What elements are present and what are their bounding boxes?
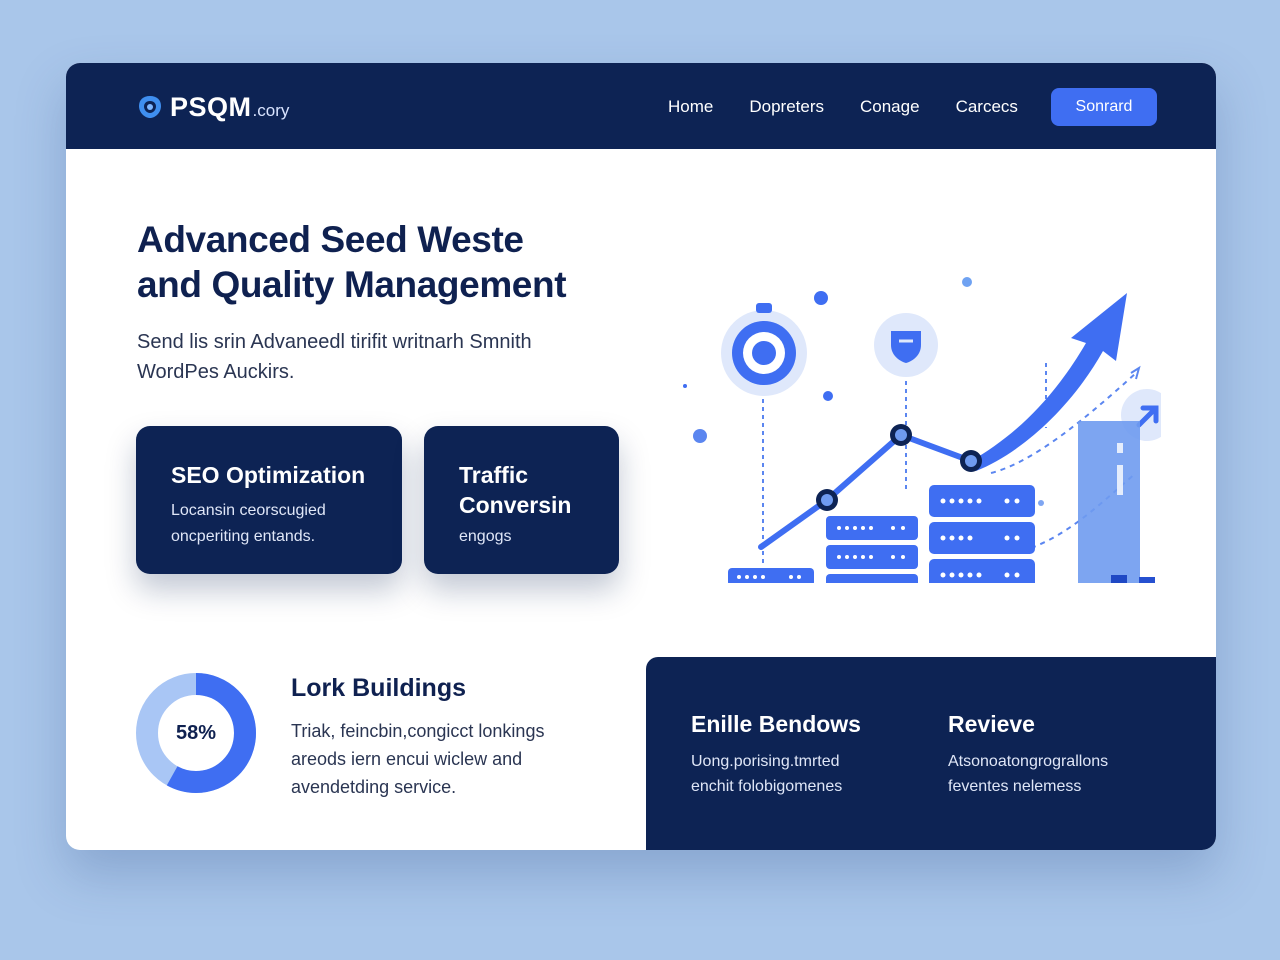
nav-link-home[interactable]: Home	[668, 97, 713, 117]
shield-icon	[874, 313, 938, 377]
hero-title-line-1: Advanced Seed Weste	[137, 219, 524, 260]
feature-card-seo[interactable]: SEO Optimization Locansin ceorscugied on…	[136, 426, 402, 574]
logo-icon	[139, 96, 161, 118]
link-building-title: Lork Buildings	[291, 674, 466, 702]
feature-card-desc: Locansin ceorscugied oncperiting entands…	[171, 498, 367, 550]
panel-column-desc: Atsonoatongrograllons feventes nelemess	[948, 749, 1178, 799]
brand-name: PSQM	[170, 91, 252, 122]
side-bar	[1139, 577, 1155, 583]
panel-column-desc: Uong.porising.tmrted enchit folobigomene…	[691, 749, 911, 799]
growth-illustration	[683, 277, 1161, 583]
decor-dot	[683, 384, 687, 388]
link-building-desc-line-1: Triak, feincbin,congicct lonkings	[291, 721, 545, 741]
hero-title-line-2: and Quality Management	[137, 264, 567, 305]
decor-dot	[823, 391, 833, 401]
nav-cta-button[interactable]: Sonrard	[1051, 88, 1157, 126]
panel-column-2[interactable]: Revieve Atsonoatongrograllons feventes n…	[948, 709, 1178, 799]
hero-subtitle: Send lis srin Advaneedl tirifit writnarh…	[137, 327, 607, 387]
feature-card-title: Traffic Conversin	[459, 460, 584, 520]
feature-card-title: SEO Optimization	[171, 462, 366, 488]
feature-card-desc: engogs	[459, 528, 512, 545]
nav-link-4[interactable]: Carcecs	[956, 97, 1018, 117]
link-building-desc-line-2: areods iern encui wiclew and	[291, 749, 523, 769]
panel-column-desc-line-1: Uong.porising.tmrted	[691, 753, 840, 770]
panel-column-title: Revieve	[948, 711, 1035, 737]
hero-subtitle-line-2: WordPes Auckirs.	[137, 361, 295, 383]
landing-window: PSQM .cory Home Dopreters Conage Carcecs…	[66, 63, 1216, 850]
panel-column-1[interactable]: Enille Bendows Uong.porising.tmrted ench…	[691, 709, 911, 799]
panel-column-desc-line-1: Atsonoatongrograllons	[948, 753, 1109, 770]
server-stack-icon	[728, 568, 814, 583]
brand-logo[interactable]: PSQM .cory	[136, 91, 289, 123]
nav-links: Home Dopreters Conage Carcecs	[668, 97, 1054, 117]
brand-suffix: .cory	[252, 100, 290, 120]
nav-link-3[interactable]: Conage	[860, 97, 920, 117]
panel-column-title: Enille Bendows	[691, 711, 861, 737]
hero-title: Advanced Seed Weste and Quality Manageme…	[137, 217, 657, 307]
features-panel: Enille Bendows Uong.porising.tmrted ench…	[646, 657, 1216, 850]
feature-card-desc-line-1: Locansin ceorscugied	[171, 502, 326, 519]
progress-percent: 58%	[175, 721, 217, 744]
panel-column-desc-line-2: enchit folobigomenes	[691, 778, 843, 795]
feature-card-title-line-1: Traffic	[459, 462, 529, 488]
target-icon	[721, 303, 807, 396]
hero-subtitle-line-1: Send lis srin Advaneedl tirifit writnarh…	[137, 331, 532, 353]
server-stack-icon	[826, 516, 918, 583]
decor-dot	[962, 277, 972, 287]
top-navbar: PSQM .cory Home Dopreters Conage Carcecs…	[66, 63, 1216, 149]
nav-link-2[interactable]: Dopreters	[749, 97, 824, 117]
feature-card-title-line-2: Conversin	[459, 492, 572, 518]
link-building-desc: Triak, feincbin,congicct lonkings areods…	[291, 717, 621, 801]
decor-dot	[693, 429, 707, 443]
decor-dot	[814, 291, 828, 305]
decor-dot	[1038, 500, 1044, 506]
panel-column-desc-line-2: feventes nelemess	[948, 778, 1082, 795]
feature-card-desc-line-2: oncperiting entands.	[171, 528, 316, 545]
link-building-desc-line-3: avendetding service.	[291, 777, 457, 797]
background-bar	[1078, 421, 1140, 583]
side-bar	[1111, 575, 1127, 583]
feature-card-traffic[interactable]: Traffic Conversin engogs	[424, 426, 619, 574]
